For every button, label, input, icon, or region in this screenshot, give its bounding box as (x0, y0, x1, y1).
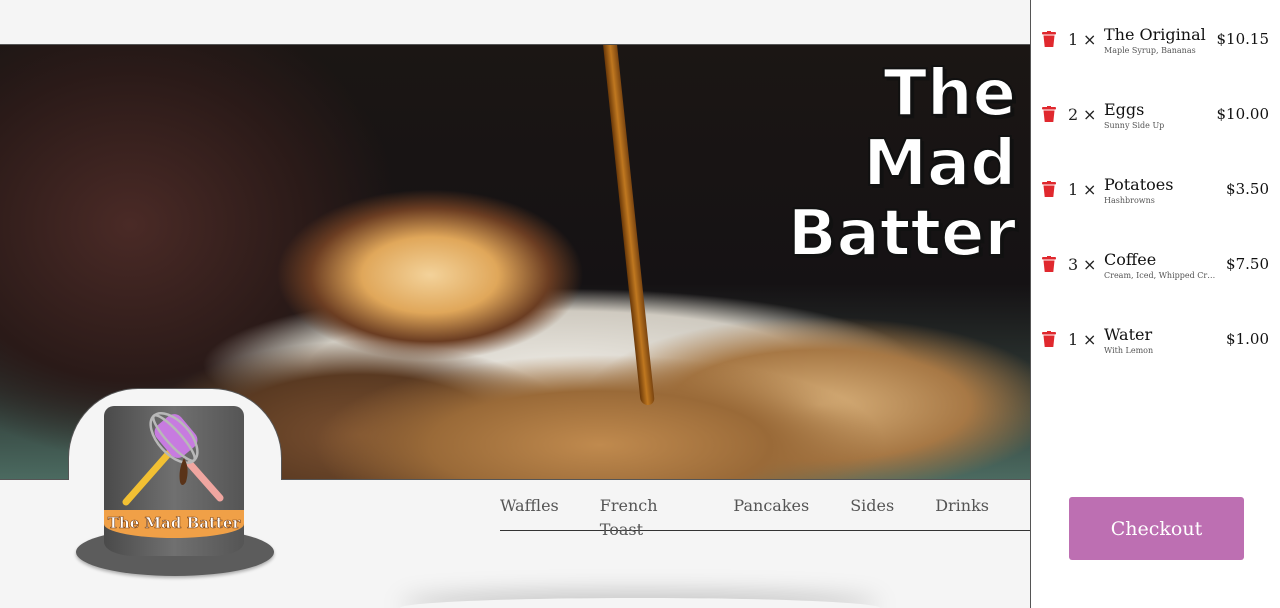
nav-waffles[interactable]: Waffles (500, 494, 559, 530)
cart-item: 1 × The Original Maple Syrup, Bananas $1… (1031, 25, 1280, 69)
nav-drinks[interactable]: Drinks (935, 494, 989, 530)
cart-item-detail: Hashbrowns (1104, 196, 1155, 205)
cart-item: 2 × Eggs Sunny Side Up $10.00 (1031, 100, 1280, 144)
cart-item-name: Potatoes (1104, 175, 1174, 194)
hero-title: The Mad Batter (787, 57, 1017, 271)
nav-sides[interactable]: Sides (850, 494, 894, 530)
trash-icon[interactable] (1042, 181, 1056, 197)
multiply-sign: × (1083, 255, 1097, 274)
multiply-sign: × (1083, 330, 1097, 349)
hero-title-line-2: Mad (862, 127, 1017, 201)
cart-item-price: $10.00 (1216, 105, 1270, 123)
logo[interactable]: The Mad Batter (68, 388, 282, 578)
cart-sidebar: 1 × The Original Maple Syrup, Bananas $1… (1030, 0, 1280, 608)
cart-item-price: $3.50 (1226, 180, 1269, 198)
cart-item: 1 × Water With Lemon $1.00 (1031, 325, 1280, 369)
cart-item-name: Water (1104, 325, 1153, 344)
cart-item-detail: Sunny Side Up (1104, 121, 1165, 130)
multiply-sign: × (1083, 105, 1097, 124)
whisk-spatula-icon (122, 412, 224, 506)
nav-pancakes[interactable]: Pancakes (733, 494, 809, 530)
cart-item-qty: 3 (1068, 255, 1079, 274)
content-card-shadow (400, 598, 880, 608)
checkout-button[interactable]: Checkout (1069, 497, 1244, 560)
cart-item: 1 × Potatoes Hashbrowns $3.50 (1031, 175, 1280, 219)
cart-item-detail: Maple Syrup, Bananas (1104, 46, 1196, 55)
hero-title-line-1: The (882, 57, 1017, 131)
main-area: The Mad Batter The Mad Batter Waffles Fr… (0, 0, 1030, 608)
cart-item-name: Eggs (1104, 100, 1145, 119)
trash-icon[interactable] (1042, 256, 1056, 272)
cart-item-name: Coffee (1104, 250, 1157, 269)
cart-item-qty: 1 (1068, 180, 1079, 199)
trash-icon[interactable] (1042, 331, 1056, 347)
hero-title-line-3: Batter (787, 197, 1017, 271)
nav-french-toast[interactable]: French Toast (600, 494, 693, 539)
multiply-sign: × (1083, 30, 1097, 49)
cart-item: 3 × Coffee Cream, Iced, Whipped Cream $7… (1031, 250, 1280, 294)
trash-icon[interactable] (1042, 31, 1056, 47)
cart-item-detail: With Lemon (1104, 346, 1154, 355)
cart-item-qty: 2 (1068, 105, 1079, 124)
logo-band-text: The Mad Batter (104, 510, 244, 538)
cart-item-qty: 1 (1068, 30, 1079, 49)
cart-item-price: $7.50 (1226, 255, 1269, 273)
cart-item-detail: Cream, Iced, Whipped Cream (1104, 271, 1218, 280)
trash-icon[interactable] (1042, 106, 1056, 122)
multiply-sign: × (1083, 180, 1097, 199)
cart-item-price: $1.00 (1226, 330, 1269, 348)
syrup-stream-decoration (603, 45, 655, 405)
cart-item-price: $10.15 (1216, 30, 1270, 48)
category-nav: Waffles French Toast Pancakes Sides Drin… (500, 494, 1030, 539)
cart-item-qty: 1 (1068, 330, 1079, 349)
cart-item-name: The Original (1104, 25, 1206, 44)
